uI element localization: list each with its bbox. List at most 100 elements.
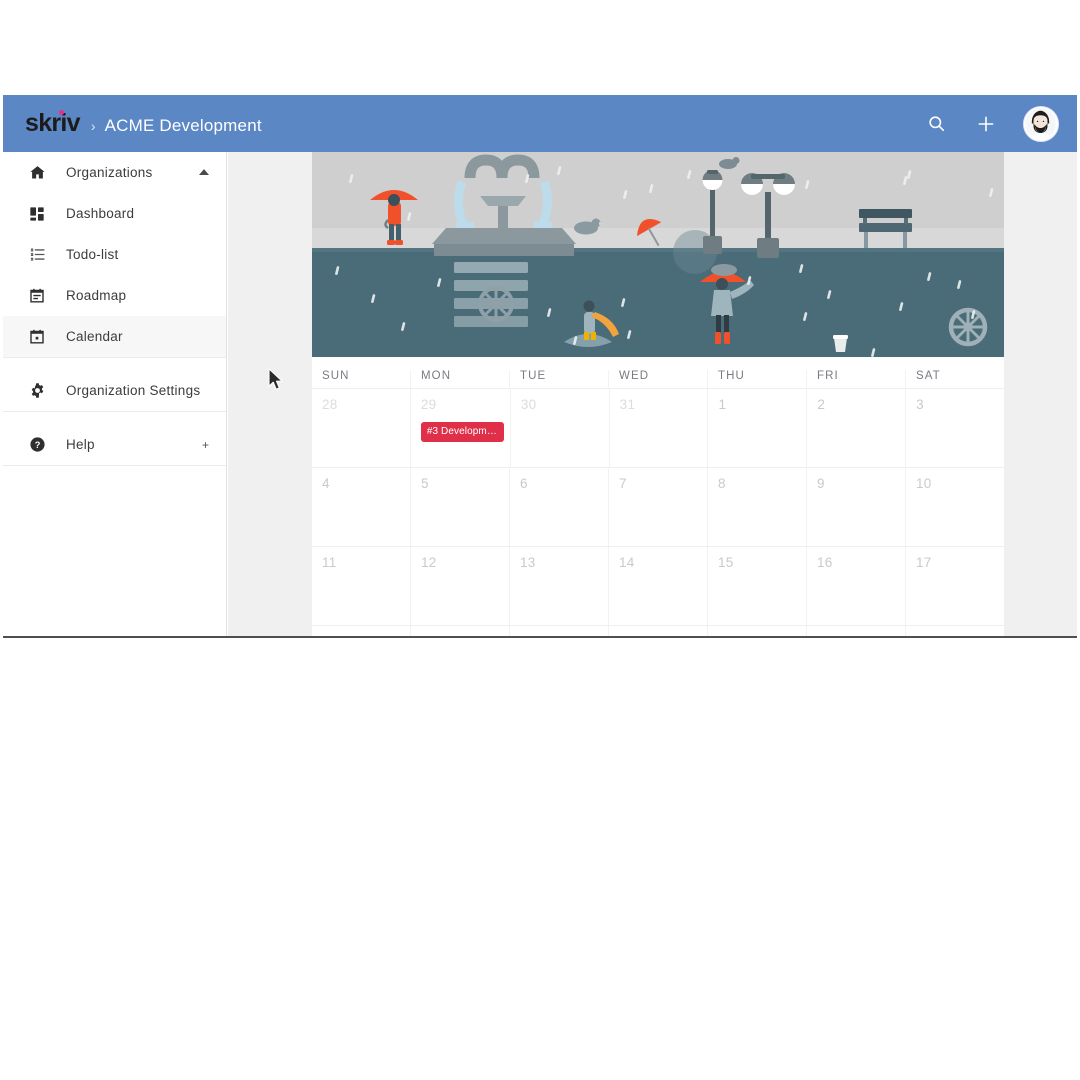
calendar-day-cell[interactable]: 6 (509, 468, 608, 546)
day-number: 11 (322, 555, 337, 570)
app-viewport: skriv › ACME Development Organizations D… (3, 95, 1077, 638)
day-number: 18 (322, 634, 338, 636)
day-number: 5 (421, 476, 429, 491)
sidebar-divider (3, 465, 226, 466)
calendar-day-header: THU (707, 370, 806, 388)
day-number: 12 (421, 555, 437, 570)
day-number: 1 (718, 397, 727, 412)
calendar-day-cell[interactable]: 18 (312, 626, 410, 636)
list-icon (28, 246, 46, 264)
calendar-day-cell[interactable]: 20 (509, 626, 608, 636)
day-number: 23 (817, 634, 833, 636)
calendar-day-cell[interactable]: 13 (509, 547, 608, 625)
calendar-day-cell[interactable]: 9 (806, 468, 905, 546)
calendar-day-cell[interactable]: 5 (410, 468, 509, 546)
day-number: 3 (916, 397, 924, 412)
sidebar-item-help[interactable]: ? Help + (3, 424, 226, 465)
calendar-day-header: WED (608, 370, 707, 388)
calendar-day-cell[interactable]: 31 (608, 389, 708, 467)
calendar-day-cell[interactable]: 29 #3 Developme… (409, 389, 510, 467)
page-title[interactable]: ACME Development (105, 116, 262, 136)
calendar-day-cell[interactable]: 3 (905, 389, 1004, 467)
calendar-day-cell[interactable]: 7 (608, 468, 707, 546)
calendar-day-cell[interactable]: 30 (509, 389, 609, 467)
calendar-day-cell[interactable]: 24 (905, 626, 1004, 636)
day-number: 9 (817, 476, 825, 491)
calendar-day-header: TUE (509, 370, 608, 388)
sidebar-item-label: Help (66, 437, 95, 452)
day-number: 29 (420, 397, 437, 412)
day-number: 8 (718, 476, 726, 491)
sidebar-item-organization-settings[interactable]: Organization Settings (3, 370, 226, 411)
calendar-day-cell[interactable]: 22 (707, 626, 806, 636)
sidebar-item-label: Organization Settings (66, 383, 201, 398)
sidebar-item-label: Todo-list (66, 247, 119, 262)
home-icon (28, 164, 46, 182)
day-number: 17 (916, 555, 932, 570)
sidebar-item-todo-list[interactable]: Todo-list (3, 234, 226, 275)
day-number: 24 (916, 634, 932, 636)
add-icon[interactable] (973, 111, 999, 137)
calendar-day-cell[interactable]: 10 (905, 468, 1004, 546)
avatar[interactable] (1023, 105, 1059, 142)
sidebar-item-label: Roadmap (66, 288, 127, 303)
calendar-day-cell[interactable]: 1 (707, 389, 806, 467)
calendar-day-cell[interactable]: 28 (312, 389, 410, 467)
day-number: 2 (817, 397, 826, 412)
breadcrumb: skriv › ACME Development (3, 109, 262, 137)
flood-street-illustration (312, 152, 1004, 357)
calendar-day-header: MON (410, 370, 509, 388)
day-number: 30 (520, 397, 537, 412)
day-number: 16 (817, 555, 833, 570)
sidebar-item-label: Organizations (66, 165, 153, 180)
search-icon[interactable] (923, 111, 949, 137)
day-number: 6 (520, 476, 528, 491)
help-icon: ? (28, 436, 46, 454)
day-number: 15 (718, 555, 734, 570)
logo-text: skriv (25, 109, 81, 137)
sidebar-item-organizations[interactable]: Organizations (3, 152, 226, 193)
calendar-panel: SUN MON TUE WED THU FRI SAT 28 29 #3 Dev… (312, 152, 1004, 636)
calendar-week-row: 18 19 20 21 22 23 24 (312, 626, 1004, 636)
calendar-day-header: FRI (806, 370, 905, 388)
day-number: 22 (718, 634, 734, 636)
calendar-day-cell[interactable]: 17 (905, 547, 1004, 625)
expand-plus-icon[interactable]: + (202, 438, 209, 452)
calendar-day-cell[interactable]: 11 (312, 547, 410, 625)
calendar-day-cell[interactable]: 15 (707, 547, 806, 625)
breadcrumb-separator-icon: › (90, 118, 96, 134)
calendar-day-headers: SUN MON TUE WED THU FRI SAT (312, 357, 1004, 389)
calendar-day-cell[interactable]: 21 (608, 626, 707, 636)
skriv-logo[interactable]: skriv (25, 109, 81, 137)
calendar-day-header: SUN (322, 370, 350, 382)
sidebar-item-label: Calendar (66, 329, 123, 344)
calendar-day-cell[interactable]: 4 (312, 468, 410, 546)
calendar-day-cell[interactable]: 16 (806, 547, 905, 625)
sidebar-item-label: Dashboard (66, 206, 135, 221)
sidebar-item-calendar[interactable]: Calendar (3, 316, 226, 357)
calendar-day-cell[interactable]: 23 (806, 626, 905, 636)
topbar-actions (923, 105, 1077, 142)
calendar-day-cell[interactable]: 12 (410, 547, 509, 625)
sidebar: Organizations Dashboard Todo-list Roadma… (3, 152, 227, 636)
calendar-day-cell[interactable]: 19 (410, 626, 509, 636)
top-bar: skriv › ACME Development (3, 95, 1077, 152)
day-number: 14 (619, 555, 635, 570)
logo-dot-icon (59, 110, 64, 115)
calendar-day-cell[interactable]: 8 (707, 468, 806, 546)
calendar-event-chip[interactable]: #3 Developme… (420, 422, 504, 442)
sidebar-item-roadmap[interactable]: Roadmap (3, 275, 226, 316)
day-number: 4 (322, 476, 330, 491)
calendar-day-cell[interactable]: 2 (806, 389, 905, 467)
day-number: 31 (619, 397, 636, 412)
calendar-day-header: SAT (905, 370, 1004, 388)
calendar-icon (28, 328, 46, 346)
day-number: 10 (916, 476, 932, 491)
calendar-day-cell[interactable]: 14 (608, 547, 707, 625)
calendar-week-row: 11 12 13 14 15 16 17 (312, 547, 1004, 626)
chevron-up-icon[interactable] (199, 169, 209, 176)
sidebar-item-dashboard[interactable]: Dashboard (3, 193, 226, 234)
grid-icon (28, 205, 46, 223)
